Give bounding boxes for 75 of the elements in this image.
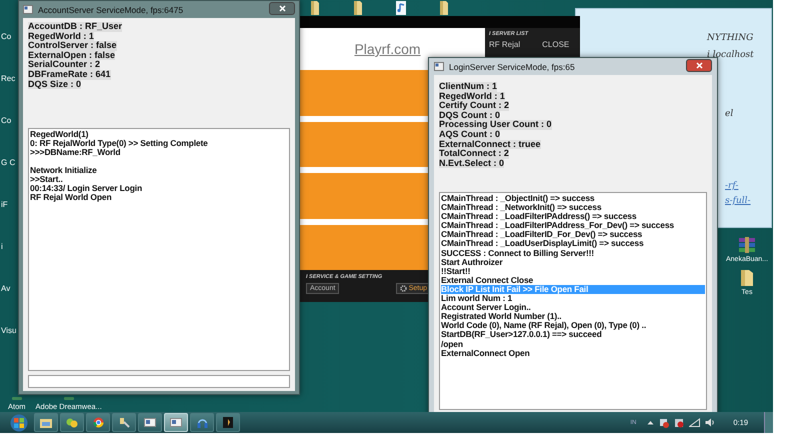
archive-icon[interactable] [738,236,756,254]
speaker-icon[interactable] [705,418,714,427]
window-title: AccountServer ServiceMode, fps:6475 [38,4,184,14]
log-line[interactable]: !!Start!! [441,266,705,276]
window-title: LoginServer ServiceMode, fps:65 [449,62,576,72]
folder-icon[interactable] [353,1,363,15]
note-link[interactable]: s-full- [725,196,751,206]
log-line: Network Initialize [30,166,97,175]
caret-icon[interactable] [647,420,654,425]
note-text: i localhost [707,50,754,60]
log-line[interactable]: Start Authroizer [441,258,705,267]
tool-icon [118,417,130,428]
log-line[interactable]: CMainThread : _LoadFilterIPAddress() => success [441,212,705,222]
taskbar-button[interactable] [138,413,162,432]
folder-icon[interactable] [439,1,449,15]
desktop-icon-label[interactable]: Rec [1,74,16,84]
log-line: RF Rejal World Open [30,193,112,202]
headphones-icon [196,417,208,428]
taskbar-button[interactable] [190,413,214,432]
desktop-icon-label[interactable]: G C [1,158,16,168]
desktop-icon-label[interactable]: Co [1,32,12,42]
log-line[interactable]: CMainThread : _NetworkInit() => success [441,203,705,212]
close-button[interactable]: CLOSE [542,40,570,49]
taskbar-button[interactable] [34,413,58,432]
folder-icon[interactable] [310,1,320,15]
desktop-icon-label[interactable]: Visu [1,326,16,336]
log-line: RegedWorld(1) [30,130,88,139]
desktop-icon-label[interactable]: i [1,242,3,252]
close-icon [696,62,702,68]
log-line: 00:14:33/ Login Server Login [30,184,142,194]
log-line[interactable]: CMainThread : _LoadUserDisplayLimit() => success [441,239,705,249]
browser-icon [92,417,104,428]
log-line[interactable]: External Connect Close [441,276,705,285]
taskbar-button[interactable] [60,413,84,432]
log-line[interactable]: CMainThread : _LoadFilterID_For_Dev() => success [441,230,705,240]
gear-icon [400,285,407,292]
start-button[interactable] [10,414,28,432]
taskbar-button[interactable] [112,413,136,432]
close-button[interactable] [269,2,295,14]
desktop-icon-label[interactable]: Av [1,284,10,294]
music-file-icon[interactable] [396,1,406,15]
log-line[interactable]: Registrated World Number (1).. [441,312,705,322]
log-line[interactable]: /open [441,340,705,349]
close-icon [278,4,286,12]
note-link[interactable]: -rf- [725,181,738,191]
log-line: >>Start.. [30,175,63,184]
command-field[interactable] [28,375,290,388]
log-line[interactable]: SUCCESS : Connect to Billing Server!!! [441,248,705,258]
server-item[interactable]: RF Rejal [489,40,520,49]
desktop-icon-label[interactable]: Co [1,116,12,126]
log-line: >>>DBName:RF_World [30,148,120,157]
log-line[interactable]: Account Server Login.. [441,303,705,312]
folder-icon [40,418,52,428]
log-line[interactable]: ExternalConnect Open [441,348,705,358]
close-button[interactable] [686,58,712,72]
chat-icon [66,418,78,428]
network-icon[interactable] [689,418,700,427]
desktop-icon-label[interactable]: iF [1,200,8,210]
note-text: NYTHING [707,33,754,43]
log-line: 0: RF RejalWorld Type(0) >> Setting Complete [30,138,208,148]
taskbar-button[interactable] [86,413,110,432]
window-icon [170,418,182,427]
log-line[interactable]: CMainThread : _ObjectInit() => success [441,194,705,204]
window-icon [144,418,156,427]
log-line[interactable]: CMainThread : _LoadFilterIPAddress_For_Dev() => success [441,221,705,230]
note-text: el [725,109,734,119]
taskbar-button[interactable] [216,413,240,432]
app-icon [223,417,233,428]
folder-icon[interactable] [739,269,755,287]
log-line[interactable]: World Code (0), Name (RF Rejal), Open (0), Type (0) .. [441,321,705,330]
window-icon [23,5,33,14]
window-icon [434,62,444,71]
log-line[interactable]: Lim world Num : 1 [441,294,705,304]
site-link[interactable]: Playrf.com [354,41,421,57]
log-line[interactable]: StartDB(RF_User>127.0.0.1) ==> succeed [441,330,705,340]
